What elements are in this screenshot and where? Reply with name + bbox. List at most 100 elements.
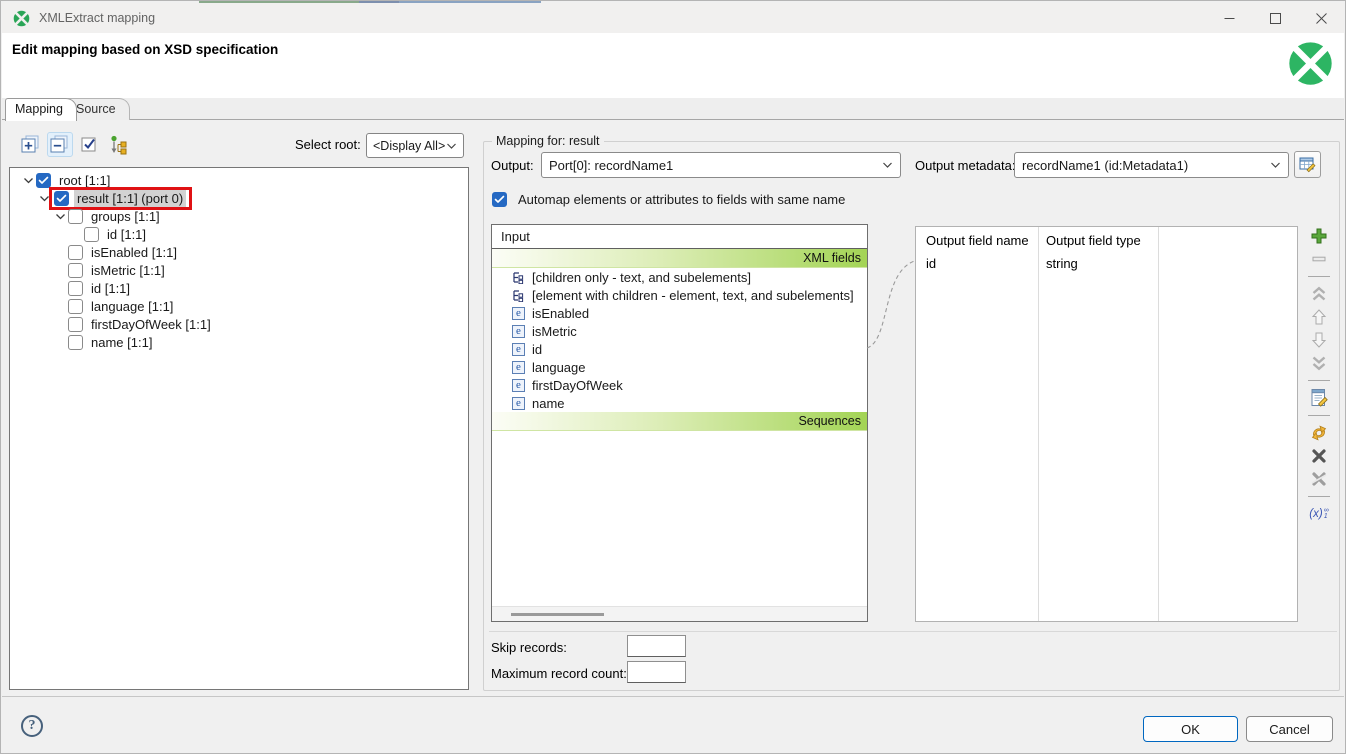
tree-item[interactable]: id [1:1] xyxy=(10,279,468,297)
cardinality-button[interactable]: (x)∞1 xyxy=(1307,504,1331,524)
output-field-name-cell[interactable]: id xyxy=(926,256,936,271)
expand-all-icon xyxy=(21,135,41,154)
tree-item[interactable]: firstDayOfWeek [1:1] xyxy=(10,315,468,333)
tree-item-checkbox[interactable] xyxy=(68,209,83,224)
tree-item-checkbox[interactable] xyxy=(68,245,83,260)
input-field-label: isEnabled xyxy=(532,306,589,321)
close-button[interactable] xyxy=(1298,3,1344,33)
input-field-item[interactable]: [children only - text, and subelements] xyxy=(492,268,867,286)
element-icon xyxy=(512,325,525,338)
input-field-item[interactable]: isMetric xyxy=(492,322,867,340)
xsd-element-tree: root [1:1]result [1:1] (port 0)groups [1… xyxy=(9,167,469,690)
tree-item-checkbox[interactable] xyxy=(36,173,51,188)
automap-row: Automap elements or attributes to fields… xyxy=(492,192,845,207)
output-field-type-cell[interactable]: string xyxy=(1046,256,1078,271)
edit-metadata-button[interactable] xyxy=(1294,151,1321,178)
minimize-button[interactable] xyxy=(1206,3,1252,33)
tree-item-label: language [1:1] xyxy=(88,298,176,315)
move-bottom-button[interactable] xyxy=(1307,353,1331,373)
tab-strip: Mapping Source xyxy=(2,98,1344,120)
tree-item-label: id [1:1] xyxy=(88,280,133,297)
question-icon: ? xyxy=(29,718,36,734)
output-metadata-dropdown[interactable]: recordName1 (id:Metadata1) xyxy=(1014,152,1289,178)
collapse-all-icon xyxy=(50,135,70,154)
tree-expand-chevron-icon[interactable] xyxy=(53,212,68,221)
select-root-dropdown[interactable]: <Display All> xyxy=(366,133,464,158)
ok-button[interactable]: OK xyxy=(1143,716,1238,742)
input-empty-area xyxy=(492,431,867,606)
tree-item-checkbox[interactable] xyxy=(84,227,99,242)
input-field-label: id xyxy=(532,342,542,357)
show-checked-button[interactable] xyxy=(76,132,102,157)
tree-item[interactable]: groups [1:1] xyxy=(10,207,468,225)
tree-item[interactable]: result [1:1] (port 0) xyxy=(10,189,468,207)
input-field-item[interactable]: isEnabled xyxy=(492,304,867,322)
add-field-icon xyxy=(1310,227,1328,245)
maximize-button[interactable] xyxy=(1252,3,1298,33)
move-down-button[interactable] xyxy=(1307,330,1331,350)
window-title: XMLExtract mapping xyxy=(39,11,155,25)
tree-item-checkbox[interactable] xyxy=(68,335,83,350)
tree-item-checkbox[interactable] xyxy=(54,191,69,206)
automap-checkbox[interactable] xyxy=(492,192,507,207)
max-record-count-input[interactable] xyxy=(627,661,686,683)
sync-with-source-button[interactable] xyxy=(105,132,131,157)
dialog-title: Edit mapping based on XSD specification xyxy=(12,42,278,57)
chevron-down-icon xyxy=(882,161,893,169)
tree-item-checkbox[interactable] xyxy=(68,263,83,278)
add-field-button[interactable] xyxy=(1307,226,1331,246)
collapse-all-button[interactable] xyxy=(47,132,73,157)
tree-item-label: isMetric [1:1] xyxy=(88,262,168,279)
skip-records-label: Skip records: xyxy=(491,640,567,655)
tree-item-checkbox[interactable] xyxy=(68,281,83,296)
output-metadata-label: Output metadata: xyxy=(915,158,1015,173)
skip-records-input[interactable] xyxy=(627,635,686,657)
input-field-item[interactable]: id xyxy=(492,340,867,358)
edit-metadata-icon xyxy=(1299,156,1317,174)
map-automatically-button[interactable] xyxy=(1307,423,1331,443)
clear-all-mappings-button[interactable] xyxy=(1307,469,1331,489)
edit-record-button[interactable] xyxy=(1307,388,1331,408)
tab-mapping[interactable]: Mapping xyxy=(5,98,77,121)
scrollbar-thumb[interactable] xyxy=(511,613,604,616)
help-button[interactable]: ? xyxy=(21,715,43,737)
tree-item[interactable]: name [1:1] xyxy=(10,333,468,351)
input-field-item[interactable]: firstDayOfWeek xyxy=(492,376,867,394)
input-field-label: isMetric xyxy=(532,324,577,339)
sync-with-source-icon xyxy=(109,135,128,155)
tree-item-checkbox[interactable] xyxy=(68,299,83,314)
tree-item[interactable]: isEnabled [1:1] xyxy=(10,243,468,261)
tree-item[interactable]: isMetric [1:1] xyxy=(10,261,468,279)
output-port-value: Port[0]: recordName1 xyxy=(549,158,673,173)
element-icon xyxy=(512,343,525,356)
tree-item[interactable]: language [1:1] xyxy=(10,297,468,315)
tree-toolbar xyxy=(18,132,131,157)
remove-field-button[interactable] xyxy=(1307,249,1331,269)
column-divider xyxy=(1158,227,1159,621)
title-bar: XMLExtract mapping xyxy=(2,3,1344,33)
input-field-item[interactable]: [element with children - element, text, … xyxy=(492,286,867,304)
tree-item[interactable]: id [1:1] xyxy=(10,225,468,243)
tree-item-label: result [1:1] (port 0) xyxy=(74,190,186,207)
horizontal-scrollbar[interactable] xyxy=(492,606,867,621)
input-field-item[interactable]: language xyxy=(492,358,867,376)
move-top-icon xyxy=(1310,285,1328,303)
tree-item-checkbox[interactable] xyxy=(68,317,83,332)
tree-expand-chevron-icon[interactable] xyxy=(21,176,36,185)
move-top-button[interactable] xyxy=(1307,284,1331,304)
expand-all-button[interactable] xyxy=(18,132,44,157)
input-field-item[interactable]: name xyxy=(492,394,867,412)
clear-mapping-button[interactable] xyxy=(1307,446,1331,466)
select-root-value: <Display All> xyxy=(373,139,445,153)
app-clover-icon xyxy=(13,10,30,27)
tree-item-label: isEnabled [1:1] xyxy=(88,244,180,261)
automap-label: Automap elements or attributes to fields… xyxy=(518,192,845,207)
mapping-tab-content: Select root: <Display All> root [1:1]res… xyxy=(2,121,1344,698)
move-up-button[interactable] xyxy=(1307,307,1331,327)
cancel-button[interactable]: Cancel xyxy=(1246,716,1333,742)
xmlextract-mapping-dialog: XMLExtract mapping Edit mapping based on… xyxy=(0,0,1346,754)
output-port-dropdown[interactable]: Port[0]: recordName1 xyxy=(541,152,901,178)
clear-all-mappings-icon xyxy=(1311,471,1327,487)
tree-item-label: groups [1:1] xyxy=(88,208,163,225)
chevron-down-icon xyxy=(1270,161,1281,169)
